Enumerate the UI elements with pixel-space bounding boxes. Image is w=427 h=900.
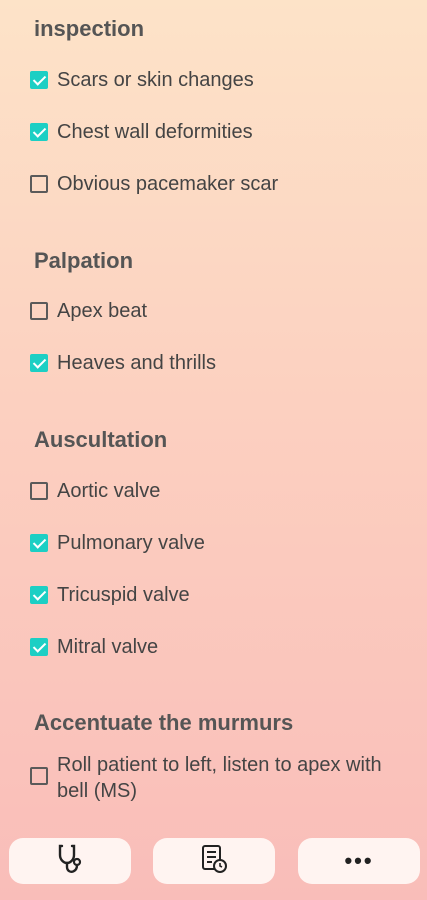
checklist-item[interactable]: Pulmonary valve — [30, 530, 400, 556]
item-label: Heaves and thrills — [57, 352, 216, 374]
item-label: Aortic valve — [57, 480, 161, 502]
bottom-nav: ••• — [0, 838, 427, 886]
item-label: Mitral valve — [57, 636, 159, 658]
checklist-item[interactable]: Obvious pacemaker scar — [30, 171, 400, 197]
checklist-timer-button[interactable] — [153, 838, 275, 884]
checklist-item[interactable]: Heaves and thrills — [30, 350, 400, 376]
checkbox-checked[interactable] — [30, 123, 48, 141]
item-label: Apex beat — [57, 300, 148, 322]
checklist-item[interactable]: Tricuspid valve — [30, 582, 400, 608]
item-label: Pulmonary valve — [57, 532, 205, 554]
stethoscope-button[interactable] — [9, 838, 131, 884]
checklist-item[interactable]: Roll patient to left, listen to apex wit… — [30, 752, 390, 804]
more-button[interactable]: ••• — [298, 838, 420, 884]
checkbox-checked[interactable] — [30, 638, 48, 656]
checklist-item[interactable]: Apex beat — [30, 298, 400, 324]
more-icon: ••• — [344, 848, 374, 873]
checklist-item[interactable]: Chest wall deformities — [30, 119, 400, 145]
checkbox-unchecked[interactable] — [30, 175, 48, 193]
item-label: Roll patient to left, listen to apex wit… — [57, 754, 382, 802]
checkbox-checked[interactable] — [30, 71, 48, 89]
section-title-palpation: Palpation — [34, 248, 134, 273]
checklist-item[interactable]: Mitral valve — [30, 634, 400, 660]
section-title-inspection: inspection — [34, 16, 145, 41]
item-label: Chest wall deformities — [57, 121, 253, 143]
section-title-auscultation: Auscultation — [34, 427, 168, 452]
checkbox-unchecked[interactable] — [30, 767, 48, 785]
checklist-timer-icon — [199, 843, 229, 880]
item-label: Obvious pacemaker scar — [57, 173, 279, 195]
section-title-accentuate: Accentuate the murmurs — [34, 710, 294, 735]
item-label: Tricuspid valve — [57, 584, 190, 606]
checkbox-checked[interactable] — [30, 354, 48, 372]
checklist-item[interactable]: Aortic valve — [30, 478, 400, 504]
stethoscope-icon — [55, 843, 85, 880]
checkbox-checked[interactable] — [30, 534, 48, 552]
checkbox-unchecked[interactable] — [30, 302, 48, 320]
item-label: Scars or skin changes — [57, 69, 254, 91]
checkbox-checked[interactable] — [30, 586, 48, 604]
checkbox-unchecked[interactable] — [30, 482, 48, 500]
checklist-item[interactable]: Scars or skin changes — [30, 67, 400, 93]
